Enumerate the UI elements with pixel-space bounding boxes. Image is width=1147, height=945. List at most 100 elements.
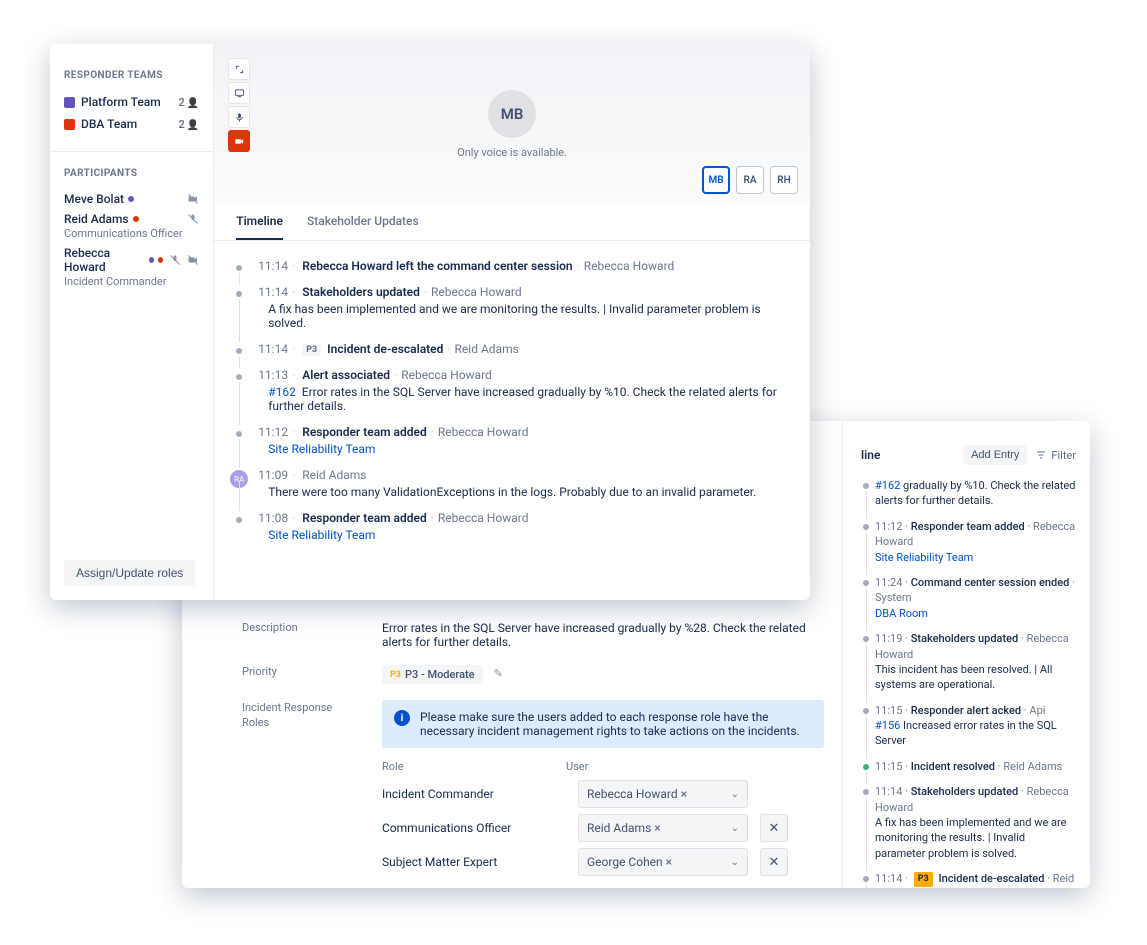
priority-lozenge[interactable]: P3 P3 - Moderate: [382, 665, 483, 684]
issue-link[interactable]: #162: [268, 385, 296, 399]
timeline-event: 11:14 · P3 Incident de-escalated · Reid …: [875, 866, 1076, 888]
main-avatar: MB: [488, 90, 536, 138]
secondary-timeline-list: #162 gradually by %10. Check the related…: [861, 473, 1076, 888]
participant-row[interactable]: Meve Bolat: [64, 189, 199, 209]
timeline-event: 11:14· Rebecca Howard left the command c…: [258, 253, 788, 279]
role-row: Incident Commander Rebecca Howard × ⌄: [382, 777, 824, 811]
event-title: Stakeholders updated: [911, 632, 1019, 645]
team-count: 2: [178, 118, 199, 131]
team-name: DBA Team: [81, 117, 137, 131]
priority-text: P3 - Moderate: [405, 668, 475, 681]
event-time: 11:09: [258, 468, 288, 482]
tab-timeline[interactable]: Timeline: [236, 204, 283, 240]
timeline-event: #162 gradually by %10. Check the related…: [875, 473, 1076, 514]
issue-link[interactable]: #156: [875, 719, 900, 732]
role-name: Subject Matter Expert: [382, 855, 566, 869]
roles-banner-text: Please make sure the users added to each…: [420, 710, 812, 738]
event-title: Incident de-escalated: [327, 342, 443, 356]
tab-stakeholder-updates[interactable]: Stakeholder Updates: [307, 204, 419, 240]
event-body: #162 gradually by %10. Check the related…: [875, 478, 1076, 509]
mic-icon[interactable]: [228, 106, 250, 128]
event-time: 11:14: [875, 872, 902, 885]
timeline-event: 11:19 · Stakeholders updated · Rebecca H…: [875, 626, 1076, 698]
command-center-sidebar: RESPONDER TEAMS Platform Team 2 DBA Team…: [50, 44, 214, 600]
add-entry-button[interactable]: Add Entry: [963, 445, 1027, 465]
event-time: 11:14: [875, 785, 902, 798]
primary-timeline-list: 11:14· Rebecca Howard left the command c…: [214, 241, 810, 600]
event-link[interactable]: Site Reliability Team: [268, 528, 375, 542]
secondary-timeline-tab[interactable]: line: [861, 448, 880, 462]
event-time: 11:12: [258, 425, 288, 439]
role-name: Communications Officer: [382, 821, 566, 835]
event-title: Incident resolved: [911, 760, 995, 773]
roles-header-user: User: [566, 760, 588, 773]
event-title: Responder team added: [911, 520, 1025, 533]
command-center-main: MB Only voice is available. MBRARH Timel…: [214, 44, 810, 600]
presence-dot-icon: [149, 257, 154, 263]
event-time: 11:24: [875, 576, 902, 589]
participant-name: Rebecca Howard: [64, 246, 145, 274]
camera-off-icon[interactable]: [228, 130, 250, 152]
field-priority: Priority P3 P3 - Moderate ✎: [242, 665, 824, 684]
collapse-icon[interactable]: [228, 58, 250, 80]
priority-pill: P3: [914, 872, 933, 887]
timeline-event: 11:15 · Incident resolved · Reid Adams: [875, 754, 1076, 779]
remove-role-button[interactable]: ✕: [760, 848, 788, 876]
only-voice-text: Only voice is available.: [457, 146, 567, 159]
event-time: 11:14: [258, 342, 288, 356]
team-color-swatch: [64, 119, 75, 130]
clear-user-icon[interactable]: ×: [666, 855, 672, 869]
event-link[interactable]: Site Reliability Team: [875, 551, 973, 564]
team-color-swatch: [64, 97, 75, 108]
event-body: #156 Increased error rates in the SQL Se…: [875, 718, 1076, 749]
participant-row[interactable]: Rebecca Howard Incident Commander: [64, 243, 199, 291]
selected-user: Rebecca Howard: [587, 787, 678, 801]
clear-user-icon[interactable]: ×: [654, 821, 660, 835]
timeline-tabs: Timeline Stakeholder Updates: [214, 204, 810, 241]
participants-list: Meve Bolat Reid Adams Communications Off…: [64, 189, 199, 291]
chevron-down-icon: ⌄: [731, 857, 739, 868]
event-title: Alert associated: [302, 368, 390, 382]
filter-icon: [1035, 449, 1047, 461]
peer-tile[interactable]: RH: [770, 166, 798, 194]
responder-team-row[interactable]: Platform Team 2: [64, 91, 199, 113]
user-select[interactable]: Rebecca Howard × ⌄: [578, 780, 748, 808]
event-link[interactable]: Site Reliability Team: [268, 442, 375, 456]
roles-container: i Please make sure the users added to ea…: [382, 700, 824, 888]
participant-role: Incident Commander: [64, 275, 199, 288]
description-value: Error rates in the SQL Server have incre…: [382, 621, 824, 649]
event-link[interactable]: DBA Room: [875, 607, 928, 620]
user-select[interactable]: Reid Adams × ⌄: [578, 814, 748, 842]
team-count: 2: [178, 96, 199, 109]
event-body: A fix has been implemented and we are mo…: [875, 815, 1076, 861]
peer-tile[interactable]: MB: [702, 166, 730, 194]
priority-dot-icon: P3: [390, 670, 401, 680]
roles-info-banner: i Please make sure the users added to ea…: [382, 700, 824, 748]
event-author: Rebecca Howard: [438, 511, 529, 525]
video-toolbar: [228, 58, 250, 152]
event-time: 11:19: [875, 632, 902, 645]
peer-tile[interactable]: RA: [736, 166, 764, 194]
timeline-event: 11:12 · Responder team added · Rebecca H…: [875, 514, 1076, 570]
user-select[interactable]: George Cohen × ⌄: [578, 848, 748, 876]
selected-user: George Cohen: [587, 855, 663, 869]
event-title: Incident de-escalated: [938, 872, 1044, 885]
event-time: 11:08: [258, 511, 288, 525]
event-time: 11:14: [258, 285, 288, 299]
filter-button[interactable]: Filter: [1035, 449, 1076, 462]
event-body: There were too many ValidationExceptions…: [268, 485, 788, 499]
issue-link[interactable]: #162: [875, 479, 900, 492]
responder-team-row[interactable]: DBA Team 2: [64, 113, 199, 135]
event-time: 11:14: [258, 259, 288, 273]
timeline-event: 11:14 · Stakeholders updated · Rebecca H…: [875, 779, 1076, 866]
clear-user-icon[interactable]: ×: [681, 787, 687, 801]
remove-role-button[interactable]: ✕: [760, 814, 788, 842]
timeline-event: 11:24 · Command center session ended · S…: [875, 570, 1076, 626]
presence-dot-icon: [128, 196, 134, 202]
participant-row[interactable]: Reid Adams Communications Officer: [64, 209, 199, 243]
screenshare-icon[interactable]: [228, 82, 250, 104]
edit-priority-icon[interactable]: ✎: [494, 667, 503, 680]
assign-new-role-link[interactable]: + Assign a new role: [382, 887, 486, 888]
event-author: Reid Adams: [302, 468, 366, 482]
assign-roles-button[interactable]: Assign/Update roles: [64, 560, 195, 586]
